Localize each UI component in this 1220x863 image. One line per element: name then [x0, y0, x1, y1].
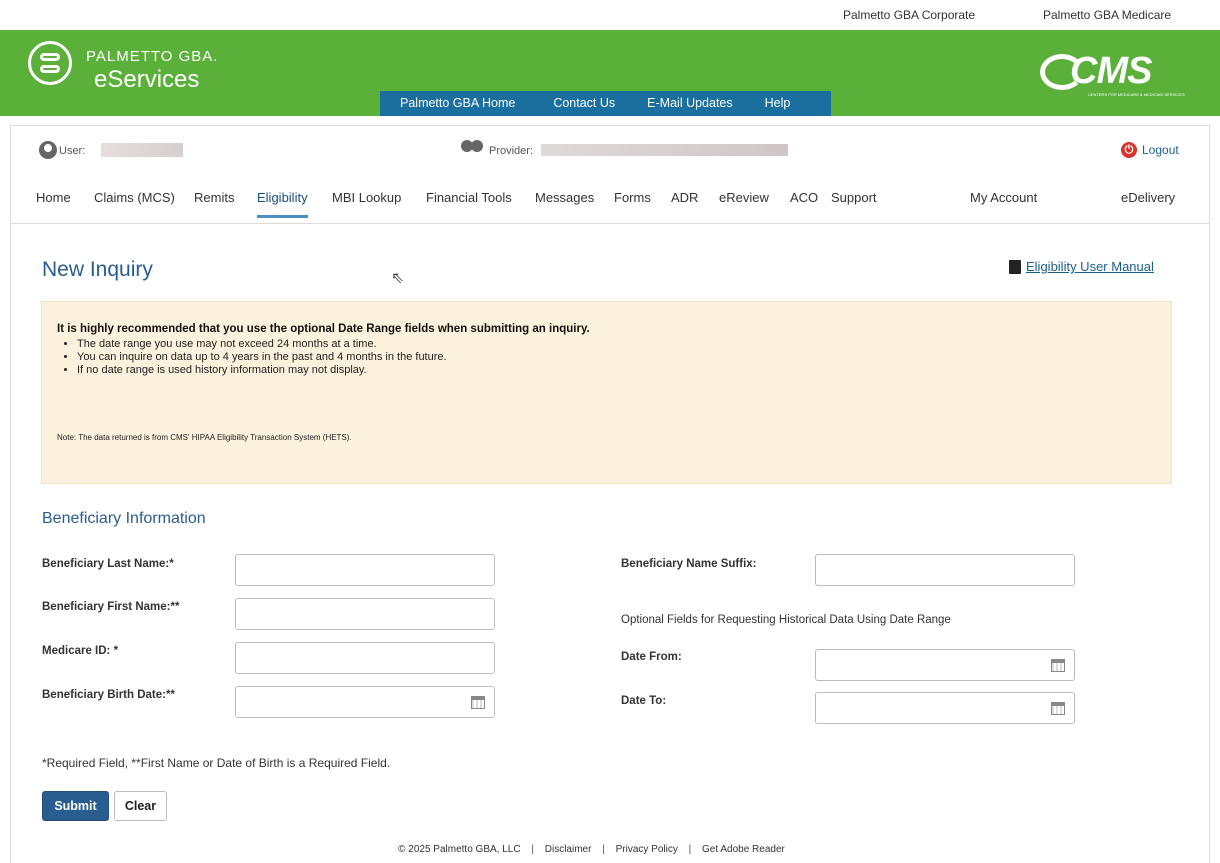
last-name-label: Beneficiary Last Name:*: [42, 558, 174, 570]
tab-messages[interactable]: Messages: [535, 190, 594, 215]
user-icon: [39, 141, 57, 159]
optional-fields-note: Optional Fields for Requesting Historica…: [621, 614, 951, 626]
redacted-provider: [541, 144, 788, 156]
tab-my-account[interactable]: My Account: [970, 190, 1037, 215]
required-field-note: *Required Field, **First Name or Date of…: [42, 756, 391, 770]
brand-name: PALMETTO GBA.: [86, 48, 219, 65]
footer-separator: |: [602, 844, 605, 855]
notice-list: The date range you use may not exceed 24…: [77, 338, 447, 377]
calendar-icon[interactable]: [471, 696, 485, 709]
provider-label: Provider:: [489, 145, 534, 157]
date-from-input[interactable]: [815, 649, 1075, 681]
tab-forms[interactable]: Forms: [614, 190, 651, 215]
medicare-id-input[interactable]: [235, 642, 495, 674]
tab-claims[interactable]: Claims (MCS): [94, 190, 175, 215]
palmetto-logo-icon: [28, 41, 72, 85]
logout-button[interactable]: ⏻ Logout: [1121, 142, 1179, 158]
calendar-icon[interactable]: [1051, 659, 1065, 672]
first-name-label: Beneficiary First Name:**: [42, 601, 180, 613]
tab-financial-tools[interactable]: Financial Tools: [426, 190, 512, 215]
footer-adobe-link[interactable]: Get Adobe Reader: [702, 844, 785, 855]
header-nav: Palmetto GBA Home Contact Us E-Mail Upda…: [380, 91, 831, 116]
notice-note: Note: The data returned is from CMS' HIP…: [57, 433, 352, 442]
birth-date-label: Beneficiary Birth Date:**: [42, 689, 175, 701]
tab-adr[interactable]: ADR: [671, 190, 698, 215]
suffix-label: Beneficiary Name Suffix:: [621, 558, 757, 570]
mouse-cursor-icon: ⇖: [391, 270, 405, 287]
tab-home[interactable]: Home: [36, 190, 71, 215]
footer-privacy-link[interactable]: Privacy Policy: [616, 844, 678, 855]
medicare-link[interactable]: Palmetto GBA Medicare: [1043, 8, 1171, 22]
tab-remits[interactable]: Remits: [194, 190, 234, 215]
clear-button[interactable]: Clear: [114, 791, 167, 821]
footer: © 2025 Palmetto GBA, LLC | Disclaimer | …: [11, 844, 1209, 855]
manual-link-label: Eligibility User Manual: [1026, 259, 1154, 274]
tab-ereview[interactable]: eReview: [719, 190, 769, 215]
redacted-user: [101, 143, 183, 157]
nav-palmetto-home[interactable]: Palmetto GBA Home: [400, 91, 515, 116]
medicare-id-label: Medicare ID: *: [42, 645, 119, 657]
tab-aco[interactable]: ACO: [790, 190, 818, 215]
suffix-input[interactable]: [815, 554, 1075, 586]
nav-help[interactable]: Help: [765, 91, 791, 116]
footer-copyright: © 2025 Palmetto GBA, LLC: [398, 844, 521, 855]
notice-item: The date range you use may not exceed 24…: [77, 338, 447, 350]
tab-support[interactable]: Support: [831, 190, 877, 215]
main-panel: User: Provider: ⏻ Logout Home Claims (MC…: [10, 125, 1210, 863]
date-to-input[interactable]: [815, 692, 1075, 724]
book-icon: [1009, 259, 1021, 274]
corporate-link[interactable]: Palmetto GBA Corporate: [843, 8, 975, 22]
brand-product: eServices: [94, 66, 200, 93]
date-range-notice: It is highly recommended that you use th…: [41, 301, 1172, 484]
notice-item: If no date range is used history informa…: [77, 364, 447, 376]
nav-email-updates[interactable]: E-Mail Updates: [647, 91, 732, 116]
date-to-label: Date To:: [621, 695, 667, 707]
cms-logo-subtitle: CENTERS FOR MEDICARE & MEDICAID SERVICES: [1088, 92, 1185, 97]
first-name-input[interactable]: [235, 598, 495, 630]
last-name-input[interactable]: [235, 554, 495, 586]
eligibility-manual-link[interactable]: Eligibility User Manual: [1009, 259, 1154, 274]
footer-separator: |: [688, 844, 692, 855]
user-label: User:: [59, 145, 86, 157]
logout-label: Logout: [1142, 143, 1179, 157]
user-bar: User: Provider: ⏻ Logout: [11, 126, 1209, 176]
power-icon: ⏻: [1121, 142, 1137, 158]
tab-mbi-lookup[interactable]: MBI Lookup: [332, 190, 401, 215]
main-nav: Home Claims (MCS) Remits Eligibility MBI…: [11, 176, 1209, 224]
tab-edelivery[interactable]: eDelivery: [1121, 190, 1175, 215]
top-utility-links: Palmetto GBA Corporate Palmetto GBA Medi…: [0, 0, 1220, 30]
date-from-label: Date From:: [621, 651, 682, 663]
page-title: New Inquiry: [42, 258, 153, 281]
footer-separator: |: [531, 844, 534, 855]
site-header: PALMETTO GBA. eServices CMS CENTERS FOR …: [0, 30, 1220, 116]
notice-item: You can inquire on data up to 4 years in…: [77, 351, 447, 363]
section-title: Beneficiary Information: [42, 510, 206, 527]
tab-eligibility[interactable]: Eligibility: [257, 190, 308, 218]
birth-date-input[interactable]: [235, 686, 495, 718]
footer-disclaimer-link[interactable]: Disclaimer: [545, 844, 592, 855]
provider-icon: [461, 140, 487, 158]
submit-button[interactable]: Submit: [42, 791, 109, 821]
cms-logo-text: CMS: [1070, 50, 1152, 92]
notice-heading: It is highly recommended that you use th…: [57, 323, 590, 335]
calendar-icon[interactable]: [1051, 702, 1065, 715]
cms-logo: CMS CENTERS FOR MEDICARE & MEDICAID SERV…: [1040, 50, 1190, 97]
nav-contact-us[interactable]: Contact Us: [553, 91, 615, 116]
